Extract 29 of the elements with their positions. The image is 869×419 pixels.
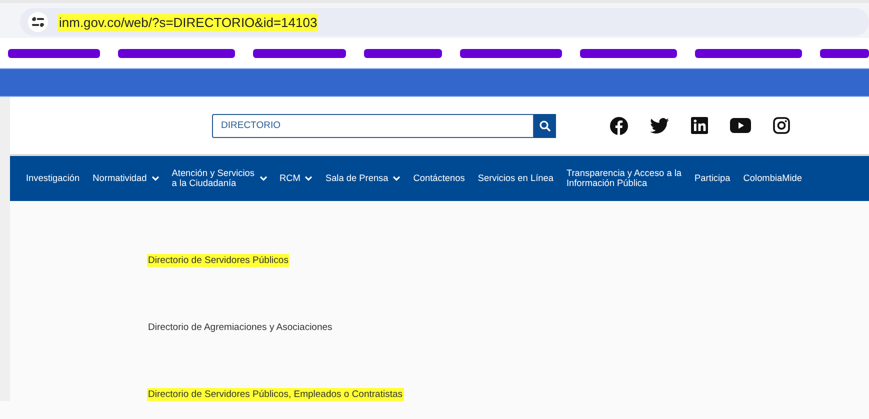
nav-menu-item[interactable]: Atención y Servicios a la Ciudadanía — [172, 169, 266, 188]
chevron-down-icon — [260, 176, 266, 181]
facebook-icon[interactable] — [610, 116, 628, 134]
site-info-icon[interactable] — [28, 12, 48, 32]
chevron-down-icon — [152, 176, 159, 181]
nav-menu-item[interactable]: Participa — [694, 174, 730, 184]
instagram-icon[interactable] — [773, 117, 790, 134]
chevron-down-icon — [393, 176, 400, 181]
directory-link[interactable]: Directorio de Servidores Públicos, Empleados o Contratistas — [147, 388, 404, 401]
search-icon — [539, 120, 551, 132]
linkedin-icon[interactable] — [691, 117, 708, 134]
nav-menu-item[interactable]: Normatividad — [92, 174, 159, 184]
chevron-down-icon — [305, 176, 312, 181]
redaction-mark — [820, 48, 869, 58]
nav-menu-item[interactable]: Transparencia y Acceso a la Información Pública — [566, 169, 682, 188]
search-button[interactable] — [534, 114, 556, 138]
nav-menu-item[interactable]: ColombiaMide — [743, 174, 802, 184]
directory-link[interactable]: Directorio de Agremiaciones y Asociaciones — [147, 321, 334, 334]
youtube-icon[interactable] — [730, 118, 751, 133]
bird-icon[interactable] — [650, 118, 669, 134]
nav-menu-item[interactable]: Contáctenos — [413, 174, 465, 184]
nav-menu-item[interactable]: Sala de Prensa — [325, 174, 400, 184]
search-field[interactable]: DIRECTORIO — [212, 114, 534, 138]
nav-menu-item[interactable]: RCM — [280, 174, 312, 184]
directory-link[interactable]: Directorio de Servidores Públicos — [147, 254, 290, 267]
nav-menu-item[interactable]: Servicios en Línea — [478, 174, 554, 184]
address-bar[interactable]: inm.gov.co/web/?s=DIRECTORIO&id=14103 — [20, 8, 869, 36]
url-text: inm.gov.co/web/?s=DIRECTORIO&id=14103 — [58, 14, 318, 30]
nav-menu-item[interactable]: Investigación — [26, 174, 80, 184]
